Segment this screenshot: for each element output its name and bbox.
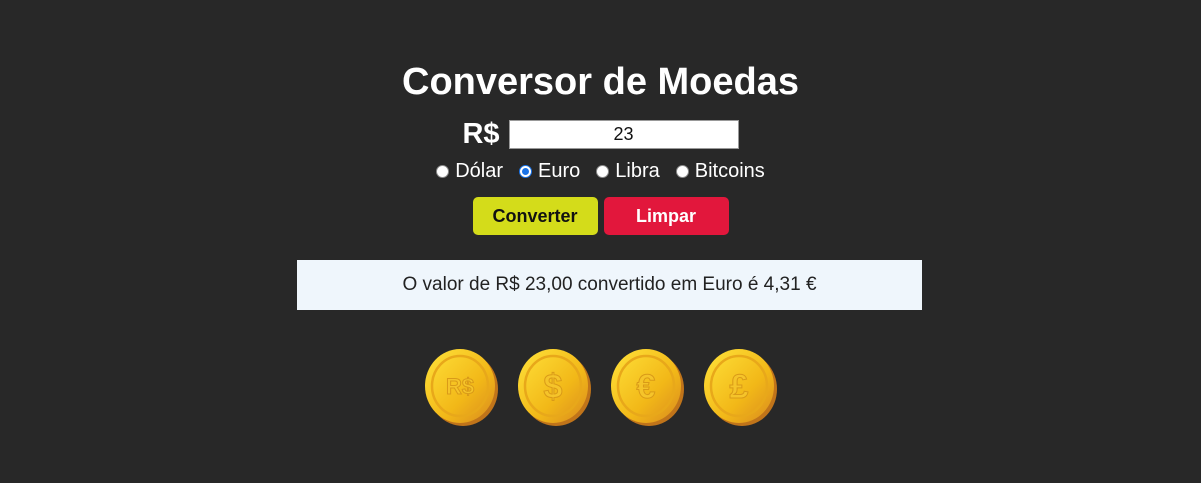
radio-button-dolar[interactable]: [436, 165, 450, 178]
clear-button[interactable]: Limpar: [603, 197, 729, 235]
radio-label-euro: Euro: [538, 160, 581, 182]
result-text: O valor de R$ 23,00 convertido em Euro é…: [402, 274, 817, 295]
euro-coin-icon: €: [611, 349, 684, 426]
action-buttons: Converter Limpar: [0, 197, 1201, 235]
radio-button-libra[interactable]: [596, 165, 610, 178]
radio-label-dolar: Dólar: [455, 160, 504, 182]
page-title: Conversor de Moedas: [402, 61, 799, 103]
amount-row: R$: [0, 116, 1201, 152]
radio-option-libra[interactable]: Libra: [596, 160, 660, 183]
radio-label-libra: Libra: [615, 160, 660, 182]
svg-text:R$: R$: [446, 374, 474, 399]
radio-button-bitcoins[interactable]: [675, 165, 689, 178]
result-box: O valor de R$ 23,00 convertido em Euro é…: [297, 260, 922, 310]
svg-text:$: $: [544, 368, 563, 406]
svg-text:£: £: [730, 368, 749, 406]
dollar-coin-icon: $: [518, 349, 591, 426]
coins-row: R$ $ € £: [0, 348, 1201, 428]
amount-input[interactable]: [508, 119, 739, 149]
converter-page: Conversor de Moedas R$ Dólar Euro Libra …: [0, 0, 1201, 483]
radio-label-bitcoins: Bitcoins: [694, 160, 765, 182]
radio-button-euro[interactable]: [519, 165, 533, 178]
pound-coin-icon: £: [704, 349, 777, 426]
radio-option-bitcoins[interactable]: Bitcoins: [675, 160, 765, 183]
currency-symbol-label: R$: [462, 118, 500, 150]
radio-option-euro[interactable]: Euro: [519, 160, 580, 183]
real-coin-icon: R$: [425, 349, 498, 426]
convert-button[interactable]: Converter: [472, 197, 598, 235]
svg-text:€: €: [637, 368, 656, 406]
radio-option-dolar[interactable]: Dólar: [436, 160, 503, 183]
currency-radio-group: Dólar Euro Libra Bitcoins: [0, 160, 1201, 183]
